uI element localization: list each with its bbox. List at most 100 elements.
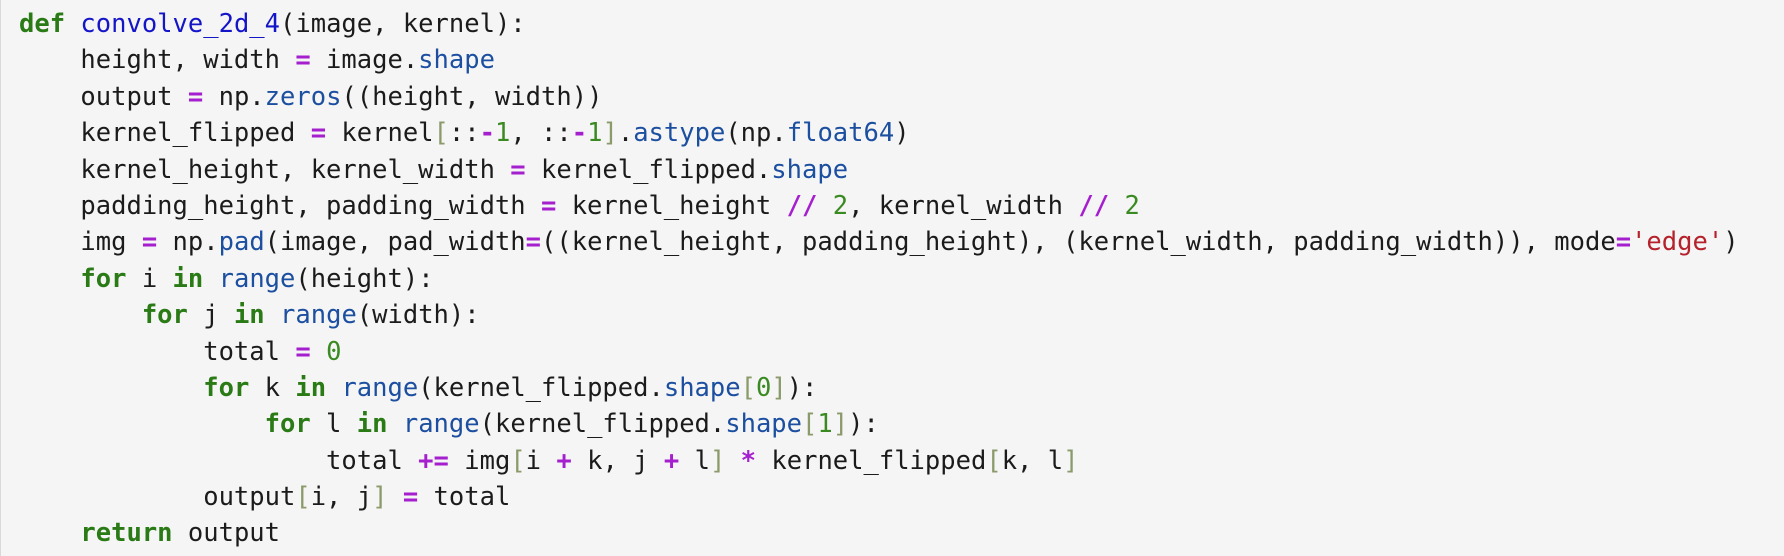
code-token: height, width <box>19 45 296 76</box>
code-line: output = np.zeros((height, width)) <box>19 79 1739 115</box>
code-line: for l in range(kernel_flipped.shape[1]): <box>19 406 1739 442</box>
code-line: total = 0 <box>19 334 1739 370</box>
code-token: 2 <box>1124 190 1140 221</box>
code-token: ): <box>786 372 818 403</box>
code-token: , kernel_width <box>848 190 1079 221</box>
code-token: = <box>295 45 311 76</box>
code-token: 1 <box>494 118 511 149</box>
code-token: (width): <box>356 300 480 331</box>
code-token: total <box>418 482 511 513</box>
code-token: for <box>80 263 127 294</box>
code-token: ] <box>832 409 849 440</box>
code-token: l <box>310 409 357 440</box>
code-line: def convolve_2d_4(image, kernel): <box>19 6 1739 42</box>
code-token: for <box>141 300 188 331</box>
code-token: * <box>740 445 757 476</box>
code-token: i <box>525 445 557 476</box>
code-token: range <box>218 263 296 294</box>
code-token: ((height, width)) <box>341 81 603 112</box>
code-token: = <box>525 227 542 258</box>
code-token: + <box>663 445 680 476</box>
code-token: range <box>280 300 357 331</box>
code-token: img <box>448 445 511 476</box>
code-token: shape <box>725 409 803 440</box>
code-token: [ <box>986 445 1002 476</box>
code-token: = <box>187 81 204 112</box>
code-editor[interactable]: def convolve_2d_4(image, kernel): height… <box>19 6 1739 552</box>
code-token: k, j <box>571 445 664 476</box>
code-line: kernel_flipped = kernel[::-1, ::-1].asty… <box>19 115 1739 151</box>
code-token: total <box>19 445 419 476</box>
code-token: i, j <box>310 482 373 513</box>
code-token: def <box>19 9 66 39</box>
code-token: img <box>19 227 142 258</box>
code-token: (np. <box>725 118 787 149</box>
code-token: 'edge' <box>1631 227 1724 258</box>
code-token: padding_height, padding_width <box>19 190 541 221</box>
code-token: kernel_height <box>556 190 787 221</box>
code-token: [ <box>802 409 818 440</box>
code-token: 0 <box>755 372 772 403</box>
code-token: ] <box>709 445 726 476</box>
code-token: return <box>80 518 173 549</box>
code-token: kernel_flipped <box>756 445 987 476</box>
code-token: [ <box>295 482 311 513</box>
code-token: - <box>479 118 495 149</box>
code-token: kernel_height, kernel_width <box>19 154 511 185</box>
code-token: ) <box>1723 227 1739 258</box>
code-token: j <box>187 300 234 331</box>
code-token: shape <box>418 45 495 76</box>
code-token: range <box>402 409 480 440</box>
code-token: 2 <box>832 190 849 221</box>
code-token: output <box>19 81 188 112</box>
code-line: for j in range(width): <box>19 297 1739 333</box>
code-token: k, l <box>1001 445 1064 476</box>
code-cell[interactable]: def convolve_2d_4(image, kernel): height… <box>0 0 1784 556</box>
code-token: , :: <box>510 118 572 149</box>
code-token: [ <box>433 118 449 149</box>
code-token: - <box>571 118 588 149</box>
code-token: in <box>356 409 388 440</box>
code-token: . <box>617 118 634 149</box>
code-line: img = np.pad(image, pad_width=((kernel_h… <box>19 224 1739 260</box>
code-token: // <box>786 190 818 221</box>
code-token: np. <box>157 227 219 258</box>
code-token: astype <box>633 118 726 149</box>
code-token: np. <box>203 81 265 112</box>
code-token: [ <box>510 445 526 476</box>
code-token: (image, kernel): <box>280 9 526 39</box>
code-token: = <box>510 154 526 185</box>
code-token: = <box>540 190 557 221</box>
code-token: shape <box>771 154 849 185</box>
code-token: in <box>295 372 327 403</box>
code-token: float64 <box>786 118 895 149</box>
code-token: ] <box>771 372 787 403</box>
code-token: = <box>295 336 311 367</box>
code-token: convolve_2d_4 <box>80 9 281 39</box>
code-token: = <box>1615 227 1632 258</box>
code-token: ): <box>848 409 879 440</box>
code-token: output <box>172 518 281 549</box>
code-token: kernel <box>326 118 434 149</box>
code-token: ] <box>372 482 388 513</box>
code-token: i <box>126 263 173 294</box>
code-line: for i in range(height): <box>19 261 1739 297</box>
code-line: padding_height, padding_width = kernel_h… <box>19 188 1739 224</box>
code-token: zeros <box>264 81 342 112</box>
code-token: = <box>141 227 158 258</box>
code-token: pad <box>218 227 265 258</box>
code-token: image. <box>310 45 419 76</box>
code-token: :: <box>448 118 480 149</box>
